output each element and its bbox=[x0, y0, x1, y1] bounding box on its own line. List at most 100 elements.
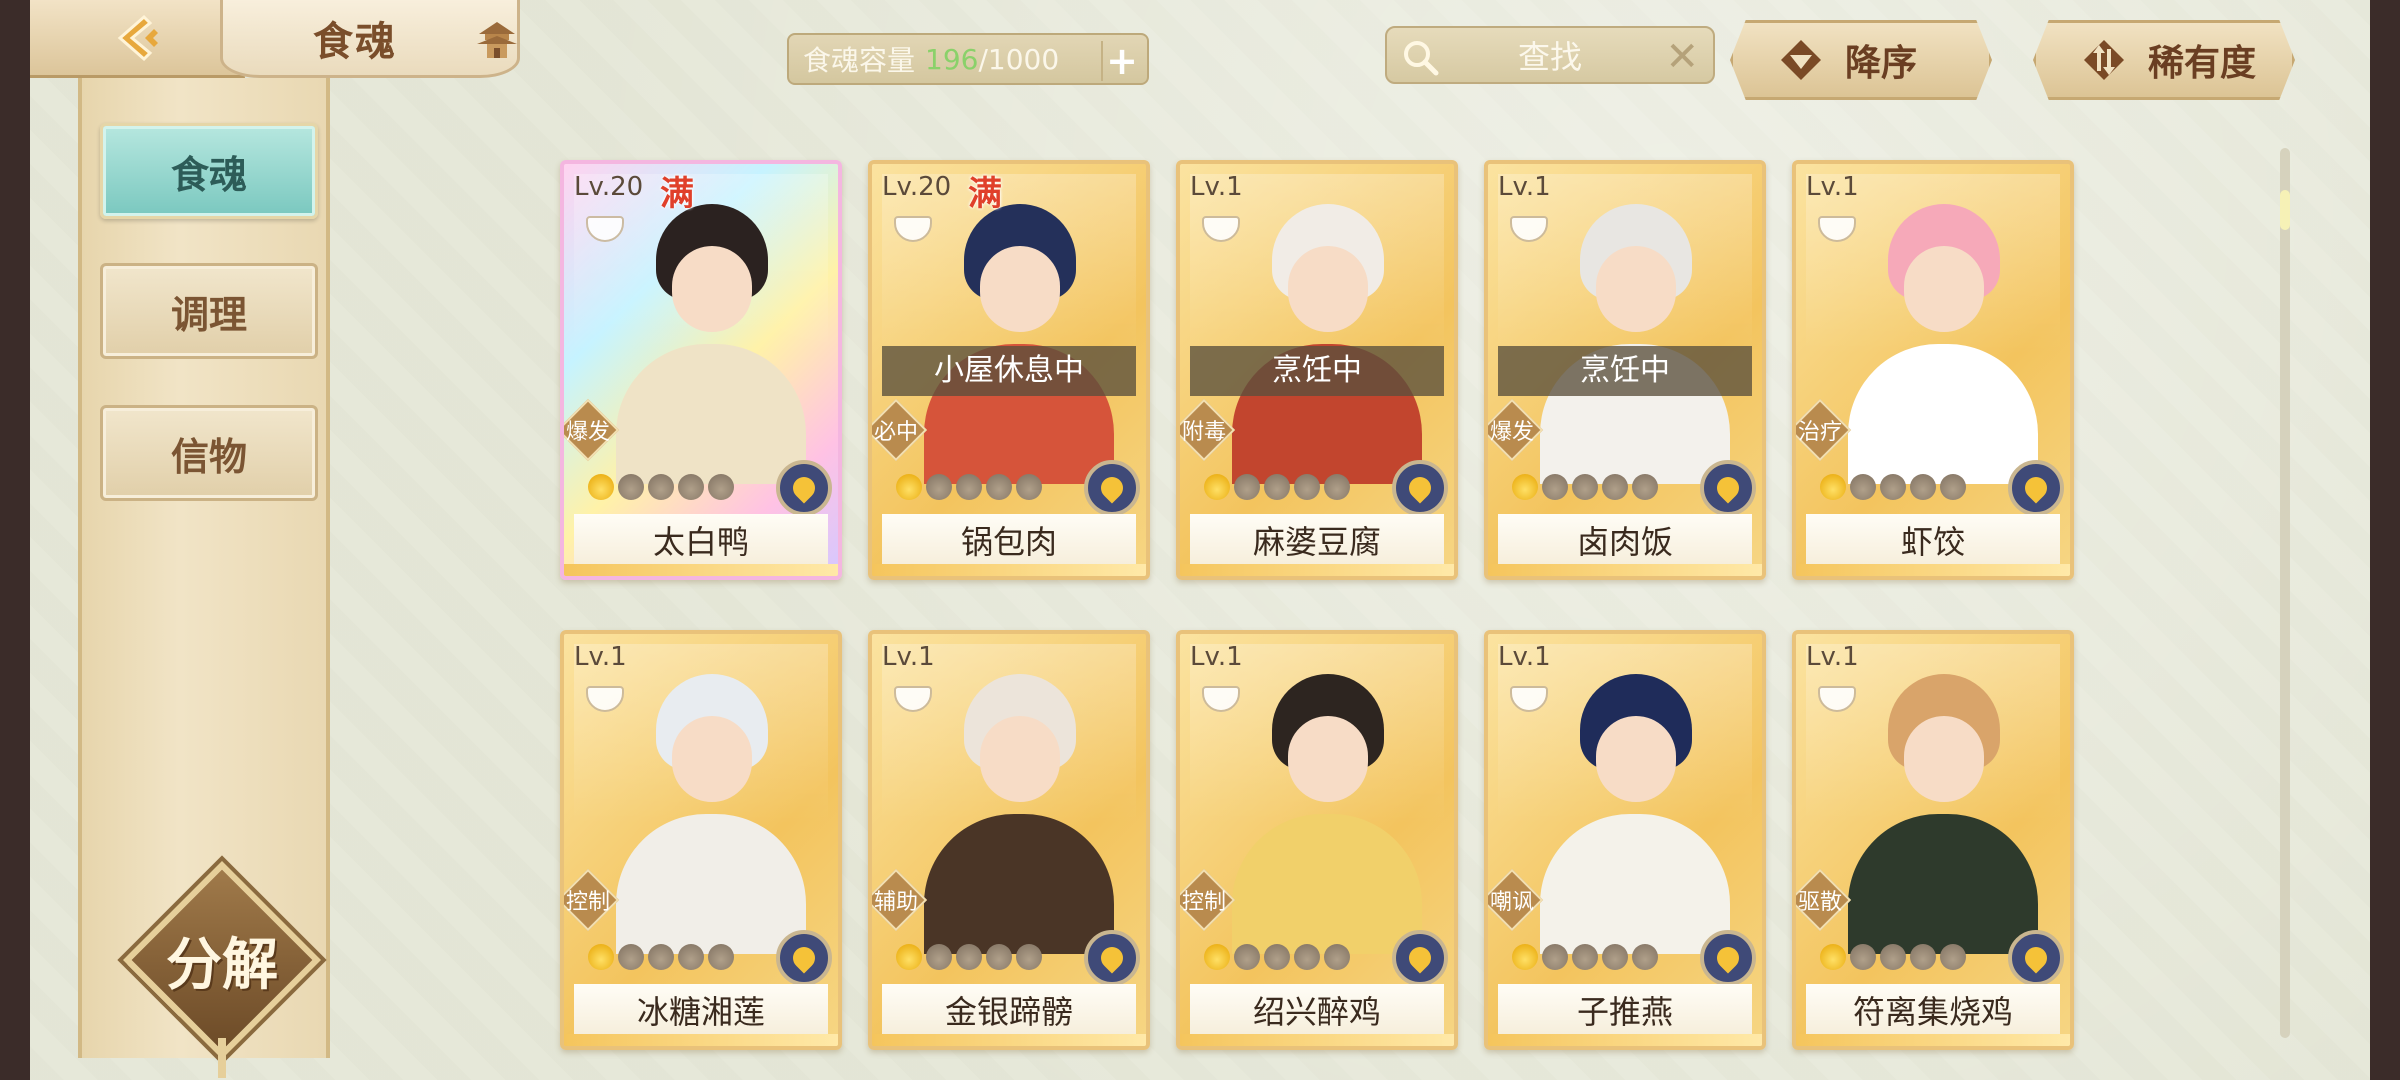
star-icon bbox=[1234, 944, 1260, 970]
character-face bbox=[1904, 716, 1984, 802]
card-name: 太白鸭 bbox=[574, 514, 828, 566]
character-outfit bbox=[1848, 814, 2038, 954]
character-outfit bbox=[616, 344, 806, 484]
card-level: Lv.1 bbox=[1190, 172, 1243, 202]
card-status: 小屋休息中 bbox=[882, 346, 1136, 396]
character-outfit bbox=[616, 814, 806, 954]
role-label: 爆发 bbox=[565, 420, 610, 445]
tab-seasoning[interactable]: 调理 bbox=[100, 263, 318, 359]
role-label: 治疗 bbox=[1797, 420, 1842, 445]
character-face bbox=[1288, 246, 1368, 332]
card-level: Lv.1 bbox=[1190, 642, 1243, 672]
card-bottom-strip bbox=[1180, 564, 1454, 576]
element-flower-icon bbox=[2008, 460, 2064, 516]
card-bottom-strip bbox=[1488, 564, 1762, 576]
element-flower-icon bbox=[2008, 930, 2064, 986]
food-soul-card[interactable]: Lv.20 满爆发 太白鸭 bbox=[560, 160, 842, 580]
food-soul-card[interactable]: Lv.1 烹饪中 附毒 麻婆豆腐 bbox=[1176, 160, 1458, 580]
card-bottom-strip bbox=[872, 1034, 1146, 1046]
card-bottom-strip bbox=[1180, 1034, 1454, 1046]
scroll-thumb[interactable] bbox=[2280, 190, 2290, 230]
star-icon bbox=[588, 944, 614, 970]
star-icon bbox=[678, 944, 704, 970]
star-icon bbox=[1850, 474, 1876, 500]
element-flower-icon bbox=[776, 460, 832, 516]
decompose-tassel bbox=[218, 1038, 226, 1078]
role-tag: 附毒 bbox=[1180, 398, 1236, 462]
food-soul-card[interactable]: Lv.1 嘲讽 子推燕 bbox=[1484, 630, 1766, 1050]
element-flower-icon bbox=[776, 930, 832, 986]
back-button[interactable] bbox=[30, 0, 245, 78]
home-pavilion-icon[interactable] bbox=[475, 18, 519, 62]
food-soul-card[interactable]: Lv.1 治疗 虾饺 bbox=[1792, 160, 2074, 580]
food-soul-card[interactable]: Lv.1 驱散 符离集烧鸡 bbox=[1792, 630, 2074, 1050]
search-bar[interactable]: 查找 ✕ bbox=[1385, 26, 1715, 84]
character-face bbox=[672, 246, 752, 332]
sort-rarity-button[interactable]: 稀有度 bbox=[2033, 20, 2295, 100]
star-icon bbox=[678, 474, 704, 500]
star-icon bbox=[1234, 474, 1260, 500]
tab-food-souls-label: 食魂 bbox=[170, 151, 247, 197]
food-soul-card[interactable]: Lv.1 控制 绍兴醉鸡 bbox=[1176, 630, 1458, 1050]
element-flower-icon bbox=[1084, 930, 1140, 986]
food-soul-card[interactable]: Lv.20 满小屋休息中 必中 锅包肉 bbox=[868, 160, 1150, 580]
capacity-label: 食魂容量 bbox=[803, 44, 916, 77]
capacity-display: 食魂容量 196 /1000 + bbox=[787, 33, 1149, 85]
star-icon bbox=[1512, 474, 1538, 500]
star-icon bbox=[648, 474, 674, 500]
star-icon bbox=[1204, 944, 1230, 970]
role-tag: 治疗 bbox=[1796, 398, 1852, 462]
decompose-button[interactable]: 分解 bbox=[123, 861, 321, 1078]
star-icon bbox=[1820, 474, 1846, 500]
card-bottom-strip bbox=[872, 564, 1146, 576]
card-name: 锅包肉 bbox=[882, 514, 1136, 566]
grid-scrollbar[interactable] bbox=[2280, 148, 2290, 1038]
role-tag: 必中 bbox=[872, 398, 928, 462]
tab-food-souls[interactable]: 食魂 bbox=[100, 123, 318, 219]
star-rating bbox=[896, 474, 1042, 500]
card-level: Lv.20 bbox=[882, 172, 952, 202]
star-icon bbox=[1264, 474, 1290, 500]
card-level: Lv.1 bbox=[1498, 642, 1551, 672]
card-bottom-strip bbox=[564, 564, 838, 576]
card-bottom-strip bbox=[1796, 1034, 2070, 1046]
tab-tokens[interactable]: 信物 bbox=[100, 405, 318, 501]
role-label: 嘲讽 bbox=[1489, 890, 1534, 915]
game-screen: 食魂 食魂容量 196 /1000 + 查找 ✕ 降序 稀有度 食魂 调理 信物… bbox=[30, 0, 2370, 1080]
role-label: 控制 bbox=[565, 890, 610, 915]
clear-search-icon[interactable]: ✕ bbox=[1665, 34, 1699, 80]
tab-seasoning-label: 调理 bbox=[170, 291, 247, 337]
star-icon bbox=[1542, 944, 1568, 970]
star-icon bbox=[896, 474, 922, 500]
role-tag: 爆发 bbox=[1488, 398, 1544, 462]
expand-capacity-button[interactable]: + bbox=[1101, 39, 1141, 83]
page-title: 食魂 bbox=[313, 17, 397, 65]
role-tag: 驱散 bbox=[1796, 868, 1852, 932]
star-rating bbox=[1204, 474, 1350, 500]
card-bottom-strip bbox=[564, 1034, 838, 1046]
star-icon bbox=[1880, 944, 1906, 970]
card-bottom-strip bbox=[1796, 564, 2070, 576]
star-icon bbox=[1850, 944, 1876, 970]
food-soul-card[interactable]: Lv.1 辅助 金银蹄髈 bbox=[868, 630, 1150, 1050]
card-name: 金银蹄髈 bbox=[882, 984, 1136, 1036]
sort-order-button[interactable]: 降序 bbox=[1730, 20, 1992, 100]
star-icon bbox=[1542, 474, 1568, 500]
back-arrow-icon bbox=[110, 11, 164, 65]
star-icon bbox=[1264, 944, 1290, 970]
character-outfit bbox=[1540, 814, 1730, 954]
star-icon bbox=[1910, 474, 1936, 500]
role-label: 爆发 bbox=[1489, 420, 1534, 445]
food-soul-card[interactable]: Lv.1 烹饪中 爆发 卤肉饭 bbox=[1484, 160, 1766, 580]
food-soul-card[interactable]: Lv.1 控制 冰糖湘莲 bbox=[560, 630, 842, 1050]
star-icon bbox=[588, 474, 614, 500]
star-icon bbox=[1204, 474, 1230, 500]
element-flower-icon bbox=[1084, 460, 1140, 516]
character-outfit bbox=[924, 814, 1114, 954]
device-bezel-right bbox=[2370, 0, 2400, 1080]
role-label: 控制 bbox=[1181, 890, 1226, 915]
star-icon bbox=[896, 944, 922, 970]
character-face bbox=[1596, 716, 1676, 802]
role-tag: 爆发 bbox=[564, 398, 620, 462]
element-flower-icon bbox=[1700, 460, 1756, 516]
